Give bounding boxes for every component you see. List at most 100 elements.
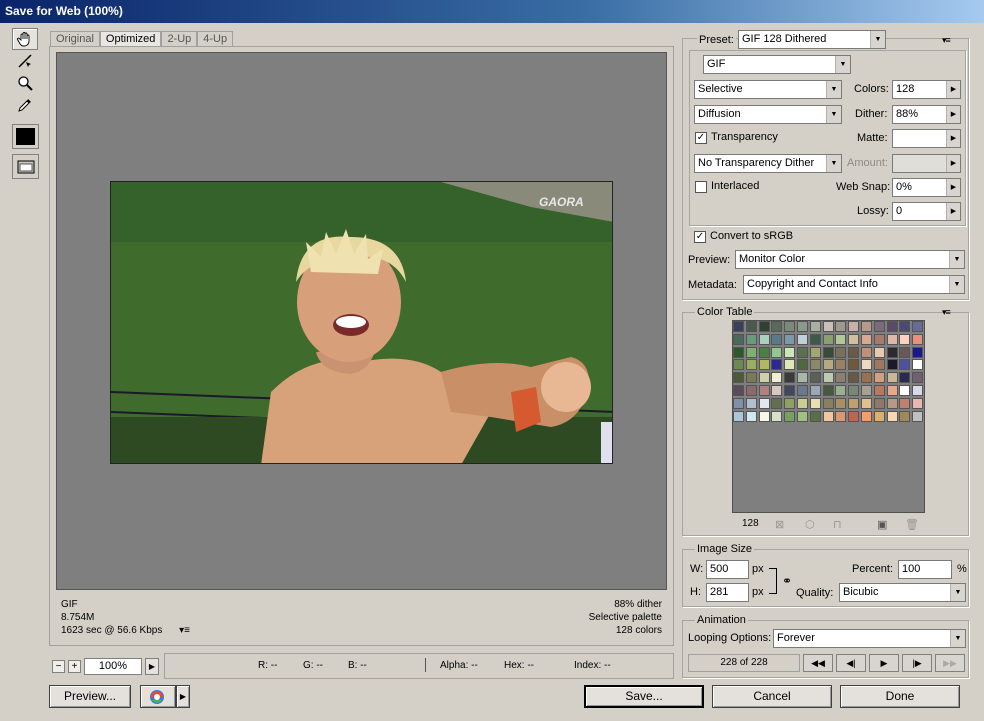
color-table-cell[interactable] — [733, 385, 744, 396]
chevron-right-icon[interactable]: ▶ — [946, 203, 960, 220]
metadata-dropdown[interactable]: Copyright and Contact Info ▼ — [743, 275, 965, 294]
zoom-out-button[interactable]: − — [52, 659, 65, 673]
color-table-cell[interactable] — [733, 359, 744, 371]
chevron-right-icon[interactable]: ▶ — [946, 130, 960, 147]
color-table-cell[interactable] — [848, 333, 860, 345]
download-options-menu-icon[interactable]: ▾≡ — [179, 625, 190, 636]
color-table-cell[interactable] — [899, 321, 911, 332]
first-frame-button[interactable]: ◀◀ — [803, 654, 833, 672]
color-table-cell[interactable] — [835, 385, 847, 396]
color-table-cell[interactable] — [809, 321, 821, 332]
color-table-cell[interactable] — [771, 321, 783, 332]
color-table-cell[interactable] — [797, 359, 808, 371]
color-table-cell[interactable] — [822, 333, 834, 345]
color-table-cell[interactable] — [873, 346, 885, 358]
color-table-cell[interactable] — [758, 372, 770, 384]
color-table-cell[interactable] — [797, 410, 808, 422]
color-table-menu-icon[interactable]: ▾≡ — [942, 307, 951, 318]
color-table-cell[interactable] — [771, 397, 783, 409]
color-table-cell[interactable] — [784, 333, 796, 345]
browser-menu-button[interactable]: ▶ — [176, 685, 190, 708]
color-table-cell[interactable] — [797, 346, 808, 358]
color-table-cell[interactable] — [861, 397, 872, 409]
zoom-menu-button[interactable]: ▶ — [145, 657, 159, 675]
color-table-cell[interactable] — [733, 321, 744, 332]
done-button[interactable]: Done — [840, 685, 960, 708]
color-table-cell[interactable] — [886, 359, 898, 371]
tab-2-up[interactable]: 2-Up — [161, 31, 198, 46]
color-table-cell[interactable] — [797, 321, 808, 332]
color-table-cell[interactable] — [886, 397, 898, 409]
color-table-cell[interactable] — [771, 372, 783, 384]
color-table-cell[interactable] — [835, 372, 847, 384]
color-table-cell[interactable] — [899, 385, 911, 396]
color-table-cell[interactable] — [899, 372, 911, 384]
convert-srgb-checkbox[interactable]: ✓ — [694, 231, 706, 243]
color-table-cell[interactable] — [745, 321, 757, 332]
color-table-cell[interactable] — [758, 333, 770, 345]
lock-color-icon[interactable]: ⊓ — [833, 518, 842, 531]
color-table-cell[interactable] — [835, 333, 847, 345]
color-table-cell[interactable] — [822, 397, 834, 409]
color-table-cell[interactable] — [733, 333, 744, 345]
looping-dropdown[interactable]: Forever ▼ — [773, 629, 966, 648]
color-table-cell[interactable] — [899, 359, 911, 371]
color-table-cell[interactable] — [912, 385, 924, 396]
next-frame-button[interactable]: |▶ — [902, 654, 932, 672]
color-table-cell[interactable] — [733, 346, 744, 358]
eyedropper-color-swatch[interactable] — [12, 124, 39, 149]
color-table-cell[interactable] — [822, 385, 834, 396]
color-table-cell[interactable] — [899, 333, 911, 345]
color-table-cell[interactable] — [861, 359, 872, 371]
color-table-cell[interactable] — [861, 385, 872, 396]
color-table-cell[interactable] — [784, 372, 796, 384]
transparency-dither-dropdown[interactable]: No Transparency Dither ▼ — [694, 154, 842, 173]
color-table-cell[interactable] — [848, 385, 860, 396]
play-button[interactable]: ▶ — [869, 654, 899, 672]
color-table-cell[interactable] — [733, 372, 744, 384]
interlaced-checkbox[interactable] — [695, 181, 707, 193]
color-table-cell[interactable] — [822, 321, 834, 332]
color-table-cell[interactable] — [873, 372, 885, 384]
cancel-button[interactable]: Cancel — [712, 685, 832, 708]
color-table-cell[interactable] — [848, 397, 860, 409]
optimize-menu-icon[interactable]: ▾≡ — [942, 35, 951, 46]
color-table-cell[interactable] — [771, 359, 783, 371]
color-table-grid[interactable] — [732, 320, 925, 513]
color-table-cell[interactable] — [899, 410, 911, 422]
height-field[interactable]: 281 — [706, 583, 749, 602]
last-frame-button[interactable]: ▶▶ — [935, 654, 965, 672]
color-table-cell[interactable] — [912, 359, 924, 371]
color-table-cell[interactable] — [745, 397, 757, 409]
color-table-cell[interactable] — [797, 333, 808, 345]
color-table-cell[interactable] — [745, 346, 757, 358]
chevron-right-icon[interactable]: ▶ — [946, 179, 960, 196]
width-field[interactable]: 500 — [706, 560, 749, 579]
color-table-cell[interactable] — [733, 410, 744, 422]
preview-image[interactable]: GAORA — [110, 181, 613, 464]
color-table-cell[interactable] — [835, 321, 847, 332]
percent-field[interactable]: 100 — [898, 560, 952, 579]
color-table-cell[interactable] — [797, 397, 808, 409]
web-snap-field[interactable]: 0% ▶ — [892, 178, 961, 197]
color-table-cell[interactable] — [784, 397, 796, 409]
chain-link-icon[interactable]: ⚭ — [782, 574, 792, 588]
tab-original[interactable]: Original — [50, 31, 100, 46]
color-table-cell[interactable] — [797, 372, 808, 384]
eyedropper-tool-button[interactable] — [12, 94, 38, 116]
color-table-cell[interactable] — [809, 410, 821, 422]
color-table-cell[interactable] — [873, 333, 885, 345]
color-table-cell[interactable] — [822, 359, 834, 371]
zoom-tool-button[interactable] — [12, 72, 38, 94]
web-shift-icon[interactable]: ⬡ — [805, 518, 815, 531]
color-table-cell[interactable] — [873, 397, 885, 409]
color-table-cell[interactable] — [758, 359, 770, 371]
color-table-cell[interactable] — [771, 410, 783, 422]
color-table-cell[interactable] — [758, 321, 770, 332]
color-table-cell[interactable] — [784, 385, 796, 396]
color-table-cell[interactable] — [886, 385, 898, 396]
color-table-cell[interactable] — [809, 359, 821, 371]
color-table-cell[interactable] — [886, 410, 898, 422]
zoom-level-field[interactable]: 100% — [84, 657, 142, 675]
color-table-cell[interactable] — [886, 372, 898, 384]
